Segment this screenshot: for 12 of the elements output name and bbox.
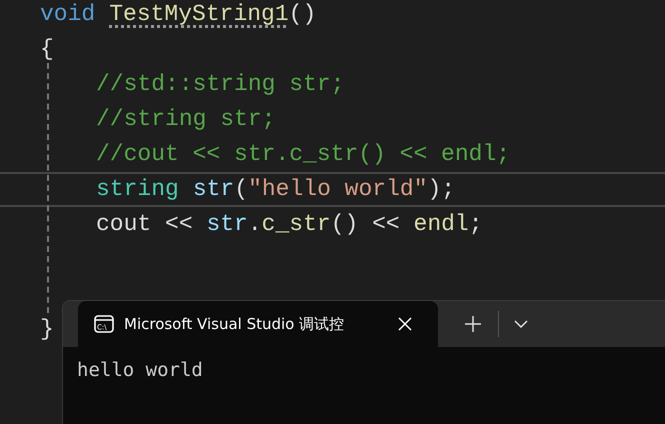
new-tab-icon[interactable] bbox=[465, 316, 481, 332]
code-line: void TestMyString1() bbox=[40, 1, 316, 27]
chevron-down-icon[interactable] bbox=[514, 320, 528, 328]
code-line: { bbox=[40, 36, 54, 62]
code-line: } bbox=[40, 316, 54, 342]
code-line: string str("hello world"); bbox=[95, 176, 456, 202]
code-line: cout << str.c_str() << endl; bbox=[95, 211, 483, 237]
code-line: //cout << str.c_str() << endl; bbox=[95, 141, 510, 167]
close-icon[interactable] bbox=[398, 317, 412, 331]
code-line: //string str; bbox=[95, 106, 276, 132]
console-output: hello world bbox=[77, 359, 204, 381]
code-line: //std::string str; bbox=[95, 71, 344, 97]
